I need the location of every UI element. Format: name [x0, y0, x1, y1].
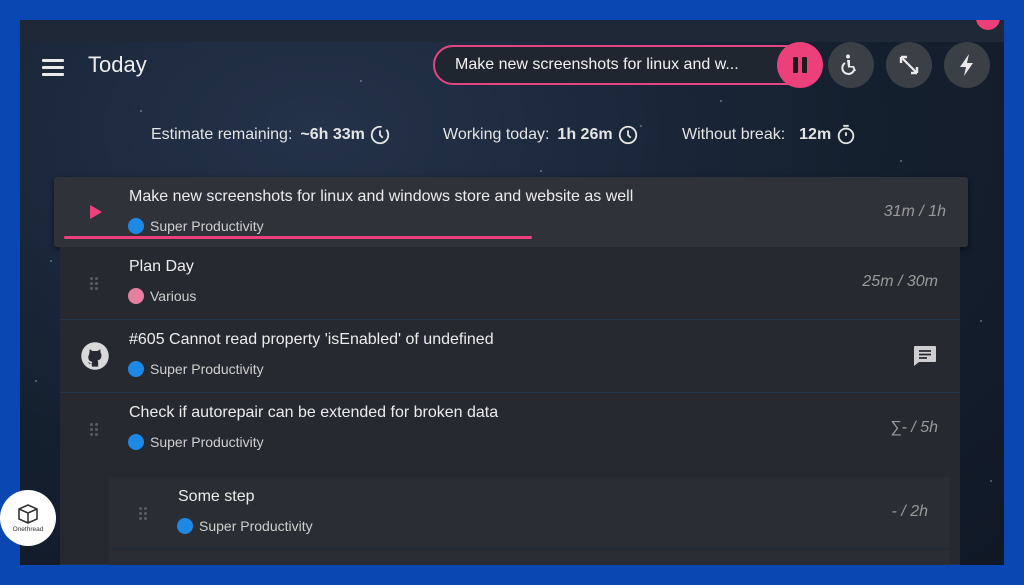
task-progress-bar: [64, 236, 532, 239]
current-task-pill[interactable]: Make new screenshots for linux and w...: [433, 45, 819, 85]
page-title: Today: [88, 52, 147, 77]
app-window: Today Make new screenshots for linux and…: [20, 20, 1004, 565]
project-icon: [128, 218, 144, 234]
task-time[interactable]: ∑- / 5h: [890, 419, 938, 437]
subtask-row-partial[interactable]: [109, 550, 950, 565]
project-icon: [128, 288, 144, 304]
task-row[interactable]: Plan Day Various 25m / 30m: [60, 247, 960, 320]
task-title[interactable]: Check if autorepair can be extended for …: [129, 404, 498, 422]
task-title[interactable]: Plan Day: [129, 258, 194, 276]
project-tag[interactable]: Super Productivity: [128, 434, 264, 450]
accessible-break-icon: [841, 54, 856, 75]
lightning-icon: [960, 54, 973, 76]
play-indicator-icon: [90, 205, 102, 219]
corner-indicator: [976, 20, 1000, 30]
task-time[interactable]: 25m / 30m: [862, 273, 938, 291]
project-tag[interactable]: Super Productivity: [128, 218, 264, 234]
subtask-row[interactable]: Some step Super Productivity - / 2h: [109, 477, 950, 549]
take-break-button[interactable]: [828, 42, 874, 88]
clock-icon: [618, 125, 637, 145]
task-row-active[interactable]: Make new screenshots for linux and windo…: [54, 177, 968, 247]
clock-history-icon: [370, 125, 390, 145]
time-stats-bar: Estimate remaining: ~6h 33m Working toda…: [20, 120, 1004, 150]
subtask-time[interactable]: - / 2h: [892, 503, 928, 521]
comment-icon[interactable]: [912, 344, 938, 368]
quick-actions-button[interactable]: [944, 42, 990, 88]
pause-tracking-button[interactable]: [777, 42, 823, 88]
task-time[interactable]: 31m / 1h: [884, 203, 946, 221]
project-tag[interactable]: Super Productivity: [128, 361, 264, 377]
working-today-stat: Working today: 1h 26m: [443, 124, 639, 146]
pause-icon: [793, 57, 798, 73]
project-icon: [177, 518, 193, 534]
project-tag[interactable]: Various: [128, 288, 196, 304]
task-title[interactable]: Make new screenshots for linux and windo…: [129, 188, 633, 206]
task-title[interactable]: #605 Cannot read property 'isEnabled' of…: [129, 331, 494, 349]
project-tag[interactable]: Super Productivity: [177, 518, 313, 534]
estimate-remaining-stat: Estimate remaining: ~6h 33m: [151, 124, 391, 146]
box-logo-icon: [18, 504, 38, 524]
current-task-title: Make new screenshots for linux and w...: [455, 56, 739, 73]
project-icon: [128, 434, 144, 450]
drag-handle-icon[interactable]: [139, 507, 149, 521]
project-icon: [128, 361, 144, 377]
task-row[interactable]: #605 Cannot read property 'isEnabled' of…: [60, 320, 960, 393]
stopwatch-icon: [837, 124, 855, 145]
drag-handle-icon[interactable]: [90, 423, 100, 437]
github-icon: [81, 342, 109, 370]
focus-mode-button[interactable]: [886, 42, 932, 88]
onethread-logo: Onethread: [0, 490, 56, 546]
task-row-with-subtasks[interactable]: Check if autorepair can be extended for …: [60, 393, 960, 565]
subtask-title[interactable]: Some step: [178, 488, 254, 506]
header-bar: Today Make new screenshots for linux and…: [20, 42, 1004, 92]
expand-arrows-icon: [899, 55, 919, 75]
without-break-stat: Without break: 12m: [682, 124, 857, 146]
window-top-strip: [20, 20, 1004, 42]
drag-handle-icon[interactable]: [90, 277, 100, 291]
hamburger-menu-icon[interactable]: [40, 54, 66, 80]
badge-label: Onethread: [12, 526, 44, 533]
